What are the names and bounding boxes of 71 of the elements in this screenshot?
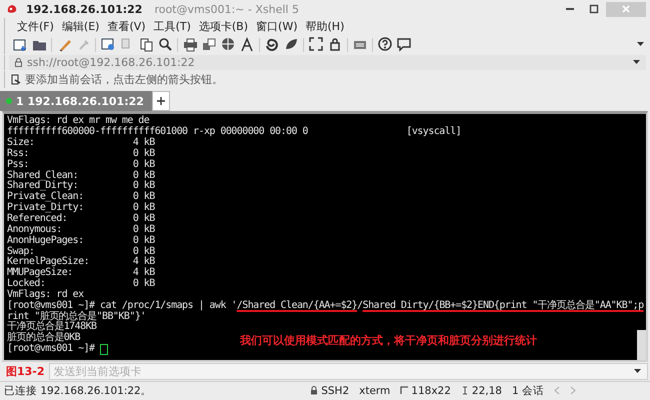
terminal-line: [root@vms001 ~]# (6, 344, 96, 356)
minimize-icon (566, 8, 574, 10)
resize-icon (400, 386, 408, 396)
app-icon (6, 3, 18, 16)
terminal-line: [root@vms001 ~]# cat /proc/1/smaps | awk '/Shared Clean/{AA+=$2}/Shared Dirty/{BB+=$2}END{print "干净页总合是"AA"KB";p (6, 300, 644, 311)
address-input[interactable]: ssh://root@192.168.26.101:22 (27, 56, 628, 70)
terminal-line: VmFlags: rd ex mr mw me de (6, 116, 150, 126)
arrow-page-icon (11, 74, 21, 86)
terminal-line: MMUPageSize: 4 kB (6, 268, 155, 278)
window-title: 192.168.26.101:22 (26, 2, 142, 16)
terminal-line: Referenced: 0 kB (6, 214, 155, 224)
menu-item[interactable]: 选项卡(B) (194, 19, 252, 34)
terminal-size: 118x22 (411, 384, 451, 397)
compose-input[interactable]: 发送到当前选项卡 (50, 364, 634, 378)
gear-window-icon[interactable] (101, 37, 115, 52)
terminal-line: Shared_Clean: 0 kB (6, 170, 155, 181)
caret-icon[interactable] (637, 42, 644, 48)
terminal-line: ffffffffff600000-ffffffffff601000 r-xp 00000000 00:00 0 [vsyscall] (6, 127, 462, 138)
caret-icon[interactable] (633, 60, 640, 66)
terminal-line: Rss: 0 kB (6, 148, 155, 159)
fullscreen-icon[interactable] (309, 37, 323, 52)
terminal-line: 脏页的总合是0KB (6, 333, 80, 344)
session-tab[interactable]: 1 192.168.26.101:22 (0, 91, 152, 112)
figure-label: 图13-2 (5, 364, 45, 379)
search-icon[interactable] (158, 37, 172, 52)
lock-icon[interactable] (328, 37, 342, 52)
annotation-text: 我们可以使用模式匹配的方式，将干净页和脏页分别进行统计 (240, 333, 537, 348)
cursor-position-icon (460, 386, 469, 396)
terminal-type: xterm (359, 384, 390, 397)
menu-item[interactable]: 窗口(W) (252, 19, 302, 34)
menu-item[interactable]: 编辑(E) (58, 19, 104, 34)
terminal-line: Private_Clean: 0 kB (6, 192, 155, 202)
terminal-line: KernelPageSize: 4 kB (6, 257, 155, 268)
menu-item[interactable]: 查看(V) (103, 19, 150, 34)
terminal-line: Size: 4 kB (6, 138, 155, 148)
window-subtitle: root@vms001:~ - Xshell 5 (154, 2, 299, 16)
protocol-text: SSH2 (321, 384, 350, 397)
chat-icon[interactable] (397, 37, 411, 52)
session-count: 1 会话 (512, 384, 544, 398)
address-field[interactable]: ssh://root@192.168.26.101:22 (9, 55, 646, 70)
terminal-line: Locked: 0 kB (6, 279, 155, 290)
globe-icon[interactable] (221, 37, 235, 52)
menu-item[interactable]: 工具(T) (150, 19, 195, 34)
terminal-line: Pss: 0 kB (6, 160, 155, 170)
hint-text: 要添加当前会话，点击左侧的箭头按钮。 (25, 72, 223, 88)
new-window-icon[interactable] (13, 37, 27, 52)
menu-item[interactable]: 文件(F) (13, 19, 58, 34)
paste-icon[interactable] (139, 37, 153, 52)
scrollbar[interactable] (637, 330, 646, 360)
terminal-line: AnonHugePages: 0 kB (6, 236, 155, 246)
close-icon (621, 4, 631, 14)
help-icon[interactable] (378, 37, 392, 52)
terminal-line: Private_Dirty: 0 kB (6, 203, 155, 214)
lock-icon (15, 58, 22, 68)
terminal-line: VmFlags: rd ex (6, 290, 84, 300)
lock-icon (310, 386, 318, 396)
maximize-icon (589, 4, 599, 14)
new-tab-button[interactable] (152, 91, 170, 112)
cursor-position: 22,18 (472, 384, 502, 397)
terminal-line: Shared_Dirty: 0 kB (6, 181, 155, 192)
font-icon[interactable] (240, 37, 254, 52)
plus-icon (156, 97, 165, 106)
printer-icon[interactable] (183, 37, 197, 52)
terminal-line: rint "脏页的总合是"BB"KB"}' (6, 312, 146, 322)
caret-icon[interactable] (634, 368, 641, 374)
terminal-line: Anonymous: 0 kB (6, 224, 155, 235)
terminal-line: Swap: 0 kB (6, 246, 155, 257)
terminal-line: 干净页总合是1748KB (6, 322, 97, 332)
connection-status: 已连接 192.168.26.101:22。 (4, 384, 152, 398)
menu-item[interactable]: 帮助(H) (302, 19, 348, 34)
compose-field[interactable]: 发送到当前选项卡 (48, 362, 648, 380)
